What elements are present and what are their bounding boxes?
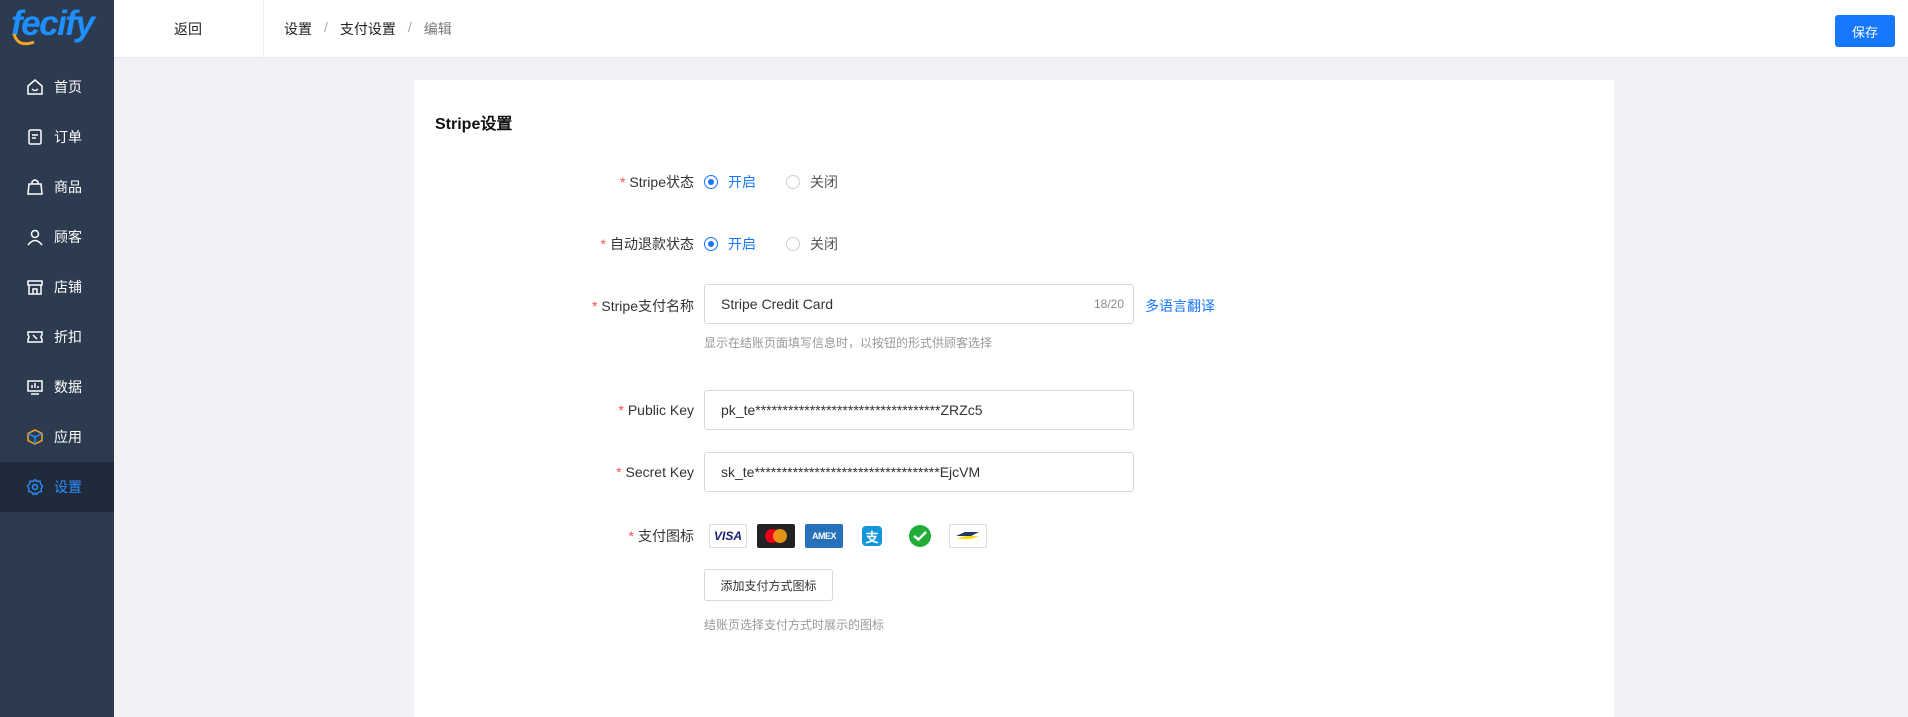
- public-key-label: * Public Key: [618, 402, 694, 418]
- back-link[interactable]: 返回: [174, 19, 202, 39]
- store-icon: [27, 280, 43, 295]
- sidebar-item-products[interactable]: 商品: [0, 162, 114, 212]
- sidebar-item-label: 顾客: [54, 229, 82, 245]
- alipay-icon: 支: [853, 524, 891, 548]
- breadcrumb-settings[interactable]: 设置: [284, 19, 312, 39]
- ticket-icon: [27, 331, 43, 343]
- radio-dot: [786, 175, 800, 189]
- char-count: 18/20: [1093, 297, 1124, 311]
- pay-name-hint: 显示在结账页面填写信息时，以按钮的形式供顾客选择: [704, 336, 993, 350]
- pay-name-value: Stripe Credit Card: [721, 296, 834, 312]
- sidebar-item-label: 首页: [54, 79, 82, 95]
- sidebar-item-orders[interactable]: 订单: [0, 112, 114, 162]
- stripe-status-on-radio[interactable]: 开启: [704, 172, 756, 192]
- back-area: 返回: [114, 0, 264, 58]
- topbar: 返回 设置 / 支付设置 / 编辑 保存: [114, 0, 1908, 58]
- breadcrumb-edit: 编辑: [423, 21, 452, 37]
- amex-icon: AMEX: [805, 524, 843, 548]
- mastercard-icon: [757, 524, 795, 548]
- cube-icon: [27, 429, 43, 445]
- breadcrumb: 设置 / 支付设置 / 编辑: [284, 19, 452, 39]
- chart-icon: [27, 380, 43, 395]
- sidebar: fecify 首页 订单 商品 顾客 店铺 折扣 数据 应用 设置: [0, 0, 114, 717]
- sidebar-item-home[interactable]: 首页: [0, 62, 114, 112]
- wechat-pay-icon: [901, 524, 939, 548]
- gear-icon: [26, 478, 44, 496]
- sidebar-item-discount[interactable]: 折扣: [0, 312, 114, 362]
- sidebar-item-customers[interactable]: 顾客: [0, 212, 114, 262]
- sidebar-item-label: 应用: [54, 429, 82, 445]
- multilang-translate-link[interactable]: 多语言翻译: [1145, 296, 1215, 316]
- radio-dot: [786, 237, 800, 251]
- pay-icons-hint: 结账页选择支付方式时展示的图标: [704, 618, 885, 632]
- auto-refund-on-radio[interactable]: 开启: [704, 234, 756, 254]
- bag-icon: [27, 179, 43, 195]
- breadcrumb-payment-settings[interactable]: 支付设置: [340, 19, 396, 39]
- radio-dot: [704, 237, 718, 251]
- public-key-input[interactable]: pk_te**********************************Z…: [704, 390, 1134, 430]
- pay-name-label: * Stripe支付名称: [591, 298, 694, 314]
- stripe-status-off-radio[interactable]: 关闭: [786, 172, 838, 192]
- sidebar-item-label: 店铺: [54, 279, 82, 295]
- sidebar-item-store[interactable]: 店铺: [0, 262, 114, 312]
- pay-name-input[interactable]: Stripe Credit Card 18/20: [704, 284, 1134, 324]
- secret-key-label: * Secret Key: [616, 464, 694, 480]
- sidebar-item-label: 设置: [54, 479, 82, 495]
- bancontact-mark: [956, 532, 979, 539]
- mastercard-circles: [765, 529, 787, 543]
- order-icon: [28, 129, 42, 145]
- auto-refund-off-radio[interactable]: 关闭: [786, 234, 838, 254]
- logo-swoosh-icon: [12, 33, 35, 46]
- sidebar-item-label: 数据: [54, 379, 82, 395]
- stripe-settings-card: Stripe设置 * Stripe状态 开启 关闭 * 自动退款状态 开启 关闭 *…: [414, 80, 1614, 717]
- home-icon: [27, 79, 43, 95]
- visa-icon: VISA: [709, 524, 747, 548]
- breadcrumb-separator: /: [324, 19, 328, 35]
- user-icon: [27, 229, 43, 246]
- auto-refund-label: * 自动退款状态: [600, 236, 694, 252]
- secret-key-input[interactable]: sk_te**********************************E…: [704, 452, 1134, 492]
- save-button[interactable]: 保存: [1835, 15, 1895, 47]
- card-title: Stripe设置: [435, 116, 513, 133]
- bancontact-icon: [949, 524, 987, 548]
- sidebar-item-label: 商品: [54, 179, 82, 195]
- sidebar-item-label: 订单: [54, 129, 82, 145]
- sidebar-item-apps[interactable]: 应用: [0, 412, 114, 462]
- wechat-check: [909, 525, 931, 547]
- breadcrumb-separator: /: [407, 19, 412, 35]
- sidebar-item-label: 折扣: [54, 329, 82, 345]
- sidebar-item-data[interactable]: 数据: [0, 362, 114, 412]
- pay-icons-label: * 支付图标: [628, 528, 694, 544]
- logo[interactable]: fecify: [0, 0, 114, 58]
- radio-dot: [704, 175, 718, 189]
- add-pay-icon-button[interactable]: 添加支付方式图标: [704, 569, 833, 601]
- stripe-status-label: * Stripe状态: [619, 174, 694, 190]
- sidebar-item-settings[interactable]: 设置: [0, 462, 114, 512]
